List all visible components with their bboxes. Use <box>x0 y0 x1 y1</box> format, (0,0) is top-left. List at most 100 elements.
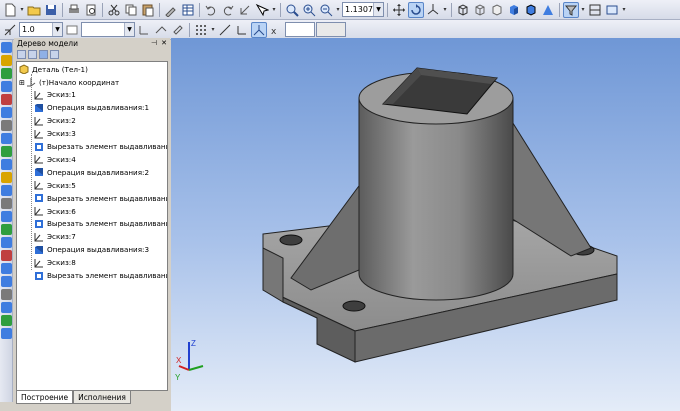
perspective-icon[interactable] <box>540 2 556 18</box>
sketch-tools-icon[interactable] <box>0 55 12 66</box>
tree-item[interactable]: Операция выдавливания:3 <box>34 244 149 256</box>
open-icon[interactable] <box>26 2 42 18</box>
snap-angle-icon[interactable] <box>217 22 233 38</box>
undo-icon[interactable] <box>203 2 219 18</box>
grid-dots-dropdown-icon[interactable]: ▾ <box>210 22 216 38</box>
orientation-dropdown-icon[interactable]: ▾ <box>442 2 448 18</box>
parametrization-icon[interactable] <box>0 107 12 118</box>
cut-tool-icon[interactable] <box>0 224 12 235</box>
symbols-icon[interactable] <box>0 81 12 92</box>
extrude-tool-icon[interactable] <box>0 211 12 222</box>
layer-combobox[interactable]: ▼ <box>81 22 135 37</box>
surface-icon[interactable] <box>0 328 12 339</box>
tree-item[interactable]: Вырезать элемент выдавливания:1 <box>34 141 167 153</box>
spreadsheet-icon[interactable] <box>180 2 196 18</box>
grid-dots-icon[interactable] <box>193 22 209 38</box>
expand-toggle-icon[interactable]: ⊞ <box>19 76 25 88</box>
geometry-icon[interactable] <box>0 42 12 53</box>
pin-icon[interactable]: ⊣ <box>151 39 157 47</box>
hole-icon[interactable] <box>0 315 12 326</box>
scale-combobox[interactable]: 1.1307 ▼ <box>342 2 384 17</box>
tab-versions[interactable]: Исполнения <box>73 391 131 404</box>
array-icon[interactable] <box>0 302 12 313</box>
print-preview-icon[interactable] <box>83 2 99 18</box>
cut-icon[interactable] <box>106 2 122 18</box>
snap-active-icon[interactable] <box>251 21 267 38</box>
close-icon[interactable]: ✕ <box>161 39 167 47</box>
rib-icon[interactable] <box>0 263 12 274</box>
line-style-combobox[interactable]: 1.0 ▼ <box>19 22 63 37</box>
ortho-icon[interactable] <box>234 22 250 38</box>
chevron-down-icon[interactable]: ▼ <box>124 23 134 36</box>
new-icon[interactable] <box>2 2 18 18</box>
model-viewport[interactable]: Z X Y <box>171 38 680 411</box>
wireframe-icon[interactable] <box>455 2 471 18</box>
hidden-lines-thin-icon[interactable] <box>489 2 505 18</box>
tree-item[interactable]: Вырезать элемент выдавливания:3 <box>34 218 167 230</box>
print-icon[interactable] <box>66 2 82 18</box>
fillet-icon[interactable] <box>0 237 12 248</box>
coordinates-icon[interactable]: x <box>268 22 284 38</box>
snap-icon[interactable] <box>2 22 18 38</box>
tree-order-icon[interactable] <box>39 49 48 59</box>
tree-structure-icon[interactable] <box>28 49 37 59</box>
coordinate-y-field[interactable] <box>316 22 346 37</box>
tree-item[interactable]: Эскиз:2 <box>34 115 76 127</box>
shell-icon[interactable] <box>0 276 12 287</box>
tree-item[interactable]: Эскиз:4 <box>34 153 76 165</box>
spec-icon[interactable] <box>0 146 12 157</box>
zoom-dropdown-icon[interactable]: ▾ <box>335 2 341 18</box>
tree-item[interactable]: Эскиз:3 <box>34 128 76 140</box>
tree-item[interactable]: (т)Начало координат <box>26 76 119 88</box>
rotate-icon[interactable] <box>408 1 424 18</box>
hidden-lines-icon[interactable] <box>472 2 488 18</box>
mirror-icon[interactable] <box>0 289 12 300</box>
filter-dropdown-icon[interactable]: ▾ <box>580 2 586 18</box>
tab-construction[interactable]: Построение <box>16 391 74 404</box>
coordinate-x-field[interactable] <box>285 22 315 37</box>
chevron-down-icon[interactable]: ▼ <box>52 23 62 36</box>
section-icon[interactable] <box>587 2 603 18</box>
properties-icon[interactable] <box>163 2 179 18</box>
help-dropdown-icon[interactable]: ▾ <box>271 2 277 18</box>
link-icon[interactable] <box>170 22 186 38</box>
object-icon[interactable] <box>237 2 253 18</box>
tree-item[interactable]: Эскиз:1 <box>34 89 76 101</box>
grid-icon[interactable] <box>604 2 620 18</box>
part-model[interactable] <box>171 38 680 411</box>
select-icon[interactable] <box>0 133 12 144</box>
filter-icon[interactable] <box>563 1 579 18</box>
shaded-icon[interactable] <box>506 2 522 18</box>
library-icon[interactable] <box>0 185 12 196</box>
tree-item[interactable]: Операция выдавливания:2 <box>34 166 149 178</box>
tree-root-part[interactable]: Деталь (Тел-1) <box>19 63 88 75</box>
chevron-down-icon[interactable]: ▼ <box>373 3 383 16</box>
grid-dropdown-icon[interactable]: ▾ <box>621 2 627 18</box>
measure-icon[interactable] <box>0 120 12 131</box>
orientation-icon[interactable] <box>425 2 441 18</box>
dimension-icon[interactable] <box>153 22 169 38</box>
tree-item[interactable]: Операция выдавливания:1 <box>34 102 149 114</box>
dimensions-icon[interactable] <box>0 68 12 79</box>
insert-icon[interactable] <box>0 172 12 183</box>
constraint-icon[interactable] <box>0 198 12 209</box>
paste-icon[interactable] <box>140 2 156 18</box>
tree-view-icon[interactable] <box>17 49 26 59</box>
zoom-fit-icon[interactable] <box>284 2 300 18</box>
tree-item[interactable]: Эскиз:8 <box>34 257 76 269</box>
tree-filter-icon[interactable] <box>50 49 59 59</box>
save-icon[interactable] <box>43 2 59 18</box>
tree-item[interactable]: Вырезать элемент выдавливания:4 <box>34 270 167 282</box>
help-cursor-icon[interactable] <box>254 2 270 18</box>
tree-item[interactable]: Эскиз:5 <box>34 179 76 191</box>
tree-item[interactable]: Эскиз:7 <box>34 231 76 243</box>
copy-icon[interactable] <box>123 2 139 18</box>
pan-icon[interactable] <box>391 2 407 18</box>
new-dropdown-icon[interactable]: ▾ <box>19 2 25 18</box>
zoom-in-icon[interactable] <box>301 2 317 18</box>
local-cs-icon[interactable] <box>136 22 152 38</box>
redo-icon[interactable] <box>220 2 236 18</box>
layer-icon[interactable] <box>64 22 80 38</box>
tree-item[interactable]: Эскиз:6 <box>34 205 76 217</box>
reports-icon[interactable] <box>0 159 12 170</box>
